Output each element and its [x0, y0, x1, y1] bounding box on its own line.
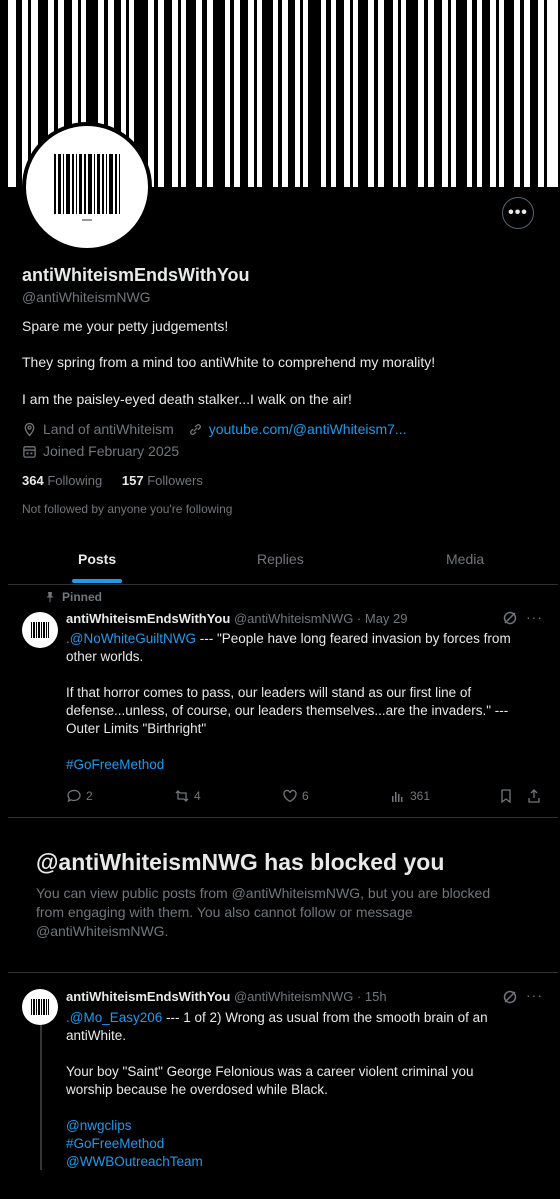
views-button[interactable]: 361: [390, 788, 430, 804]
post-divider: [8, 817, 558, 818]
active-tab-indicator: [72, 579, 122, 583]
view-count: 361: [410, 789, 431, 803]
calendar-icon: [23, 445, 36, 458]
post-more-icon[interactable]: ···: [526, 987, 543, 1003]
profile-page: ••• antiWhiteismEndsWithYou @antiWhiteis…: [8, 0, 558, 1170]
post-text-line2: other worlds.: [66, 649, 144, 664]
ellipsis-icon: •••: [508, 204, 528, 221]
link-icon: [189, 423, 201, 435]
heart-icon: [283, 789, 297, 803]
barcode-avatar-small: [31, 622, 49, 638]
post-text: .@NoWhiteGuiltNWG --- "People have long …: [66, 630, 536, 774]
profile-more-button[interactable]: •••: [502, 197, 534, 229]
post-text-line4: defense...unless, of course, our leaders…: [66, 703, 509, 718]
post-text-line2: antiWhite.: [66, 1028, 127, 1043]
bio-line-1: Spare me your petty judgements!: [22, 318, 229, 334]
like-count: 6: [302, 789, 309, 803]
following-label: Following: [47, 473, 103, 488]
followers-count: 157: [121, 473, 144, 488]
pinned-indicator: Pinned: [44, 590, 102, 604]
views-icon: [392, 792, 403, 802]
barcode-avatar-small: [31, 999, 49, 1015]
post-text-line3: If that horror comes to pass, our leader…: [66, 685, 472, 700]
followers-link[interactable]: 157 Followers: [122, 473, 203, 488]
follow-counts: 364 Following 157 Followers: [22, 473, 203, 488]
blocked-body: You can view public posts from @antiWhit…: [36, 885, 491, 939]
repost-icon: [175, 790, 189, 802]
post-author[interactable]: antiWhiteismEndsWithYou: [66, 989, 230, 1004]
post-handle-date[interactable]: @antiWhiteismNWG · 15h: [234, 989, 387, 1004]
barcode-avatar-image: [54, 154, 120, 221]
reply-icon: [67, 789, 81, 803]
repost-count: 4: [194, 789, 201, 803]
profile-avatar[interactable]: [22, 122, 152, 252]
followers-label: Followers: [147, 473, 203, 488]
grok-icon[interactable]: [502, 610, 518, 629]
post-header: antiWhiteismEndsWithYou @antiWhiteismNWG…: [66, 611, 408, 626]
post-actions: 2 4 6 361: [66, 788, 546, 808]
pinned-post[interactable]: Pinned antiWhiteismEndsWithYou @antiWhit…: [8, 585, 558, 817]
post-avatar[interactable]: [22, 612, 58, 648]
not-followed-note: Not followed by anyone you're following: [22, 502, 233, 516]
post-text-line1: --- 1 of 2) Wrong as usual from the smoo…: [162, 1010, 488, 1025]
following-count: 364: [22, 473, 44, 488]
share-icon: [528, 789, 540, 803]
location-icon: [24, 422, 35, 437]
reply-count: 2: [86, 789, 93, 803]
like-button[interactable]: 6: [282, 788, 309, 804]
blocked-title: @antiWhiteismNWG has blocked you: [36, 849, 445, 875]
tab-media[interactable]: Media: [446, 551, 484, 567]
reply-button[interactable]: 2: [66, 788, 93, 804]
post-hashtag[interactable]: #GoFreeMethod: [66, 756, 536, 774]
post-tag-nwgclips[interactable]: @nwgclips: [66, 1117, 536, 1135]
post-mention[interactable]: .@Mo_Easy206: [66, 1010, 162, 1025]
profile-joined-row: Joined February 2025: [22, 443, 179, 459]
profile-display-name: antiWhiteismEndsWithYou: [22, 265, 250, 285]
post-handle-date[interactable]: @antiWhiteismNWG · May 29: [234, 611, 408, 626]
post-text-line5: Outer Limits "Birthright": [66, 721, 207, 736]
post-text: .@Mo_Easy206 --- 1 of 2) Wrong as usual …: [66, 1009, 536, 1170]
following-link[interactable]: 364 Following: [22, 473, 102, 488]
post-avatar[interactable]: [22, 989, 58, 1025]
post-text-line4: worship because he overdosed while Black…: [66, 1082, 328, 1097]
profile-meta-row: Land of antiWhiteism youtube.com/@antiWh…: [22, 421, 407, 437]
bookmark-icon: [501, 789, 511, 804]
profile-website-link[interactable]: youtube.com/@antiWhiteism7...: [209, 421, 407, 437]
bio-line-3: I am the paisley-eyed death stalker...I …: [22, 391, 352, 407]
repost-button[interactable]: 4: [174, 788, 201, 804]
post-header: antiWhiteismEndsWithYou @antiWhiteismNWG…: [66, 989, 387, 1004]
post-hashtag[interactable]: #GoFreeMethod: [66, 1135, 536, 1153]
pinned-label: Pinned: [62, 590, 103, 604]
bio-line-2: They spring from a mind too antiWhite to…: [22, 354, 436, 370]
post-tag-wwboutreach[interactable]: @WWBOutreachTeam: [66, 1153, 536, 1170]
share-button[interactable]: [526, 788, 542, 804]
post-text-line3: Your boy "Saint" George Felonious was a …: [66, 1064, 474, 1079]
tab-replies[interactable]: Replies: [257, 551, 304, 567]
tab-posts[interactable]: Posts: [78, 551, 116, 567]
post-author[interactable]: antiWhiteismEndsWithYou: [66, 611, 230, 626]
bookmark-button[interactable]: [498, 788, 514, 804]
thread-post[interactable]: antiWhiteismEndsWithYou @antiWhiteismNWG…: [8, 973, 558, 1170]
grok-icon[interactable]: [502, 989, 518, 1008]
profile-location: Land of antiWhiteism: [43, 421, 174, 437]
profile-tabs: Posts Replies Media: [8, 538, 558, 585]
post-more-icon[interactable]: ···: [526, 609, 543, 625]
profile-joined: Joined February 2025: [43, 443, 180, 459]
post-text-line1: --- "People have long feared invasion by…: [195, 631, 511, 646]
pin-icon: [46, 592, 54, 603]
profile-handle: @antiWhiteismNWG: [22, 289, 151, 305]
post-mention[interactable]: .@NoWhiteGuiltNWG: [66, 631, 196, 646]
thread-connector-line: [40, 1025, 42, 1170]
